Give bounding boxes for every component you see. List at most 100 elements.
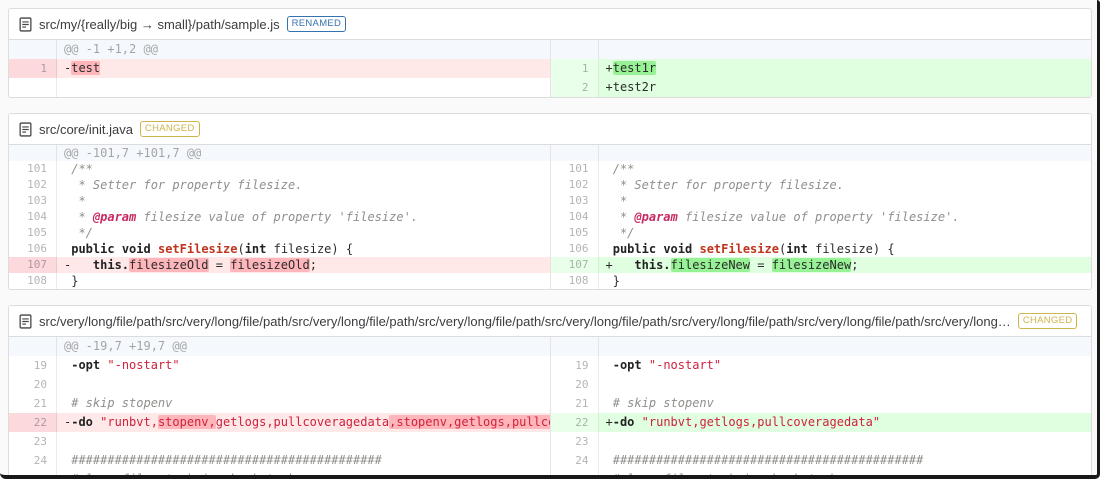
diff-table: @@ -19,7 +19,7 @@ 19 -opt "-nostart" 20 21 … [9, 337, 1091, 479]
line-number: 2 [550, 78, 599, 97]
code-segment: * [605, 210, 635, 224]
code-line: /** [57, 161, 550, 177]
diff-row: 24 #####################################… [551, 451, 1092, 470]
diff-row: 103 * [551, 193, 1092, 209]
code-segment: -do [612, 415, 635, 429]
hunk-header-row: @@ -1 +1,2 @@ [9, 40, 550, 59]
code-line: /** [599, 161, 1092, 177]
code-segment: @param [92, 210, 137, 224]
line-number [9, 78, 57, 97]
line-number: 104 [9, 209, 57, 225]
code-segment: filesize) { [266, 242, 354, 256]
diff-row: 20 [551, 375, 1092, 394]
code-line: # skip stopenv [599, 394, 1092, 413]
code-segment: # logs files to bring back to base [64, 472, 317, 479]
line-number: 105 [551, 225, 599, 241]
code-line: * @param filesize value of property 'fil… [57, 209, 550, 225]
code-segment: * [64, 210, 93, 224]
code-line: # logs files to bring back to base [57, 470, 550, 479]
line-number: 103 [551, 193, 599, 209]
code-segment: filesize value of property 'filesize'. [136, 210, 419, 224]
diff-side-new: 1 +test1r 2 +test2r [549, 40, 1092, 97]
code-segment: int [786, 242, 808, 256]
code-line: * [599, 193, 1092, 209]
code-segment: "-nostart" [107, 358, 180, 372]
diff-row: 104 * @param filesize value of property … [551, 209, 1092, 225]
diff-row: 22 --do "runbvt,stopenv,getlogs,pullcover… [9, 413, 550, 432]
line-number: 101 [551, 161, 599, 177]
file-diff-panel-2: src/core/init.java CHANGED @@ -101,7 +101,… [8, 113, 1092, 290]
code-line: } [57, 273, 550, 289]
line-number: 102 [551, 177, 599, 193]
diff-row: 102 * Setter for property filesize. [551, 177, 1092, 193]
code-segment: -opt [71, 358, 101, 372]
hunk-header-row [550, 145, 1091, 161]
diff-row: 107- this.filesizeOld = filesizeOld; [9, 257, 550, 273]
word-diff-highlight: filesizeNew [771, 258, 852, 272]
code-segment: */ [64, 226, 93, 240]
diff-row: 106 public void setFilesize(int filesize… [9, 241, 550, 257]
line-number: 108 [551, 273, 599, 289]
word-diff-highlight: ,stopenv,getlogs,pullcoveragedata" [389, 415, 550, 429]
diff-side-old: @@ -1 +1,2 @@ 1 -test [9, 40, 550, 97]
code-line: * Setter for property filesize. [57, 177, 550, 193]
code-segment: filesize) { [807, 242, 895, 256]
code-segment: filesize value of property 'filesize'. [677, 210, 960, 224]
code-segment: public [71, 242, 115, 256]
code-segment: + [605, 258, 635, 272]
code-segment: ( [237, 242, 245, 256]
code-line: +test1r [599, 59, 1092, 78]
diff-table: @@ -1 +1,2 @@ 1 -test 1 +test1r 2 +test2r [9, 40, 1091, 97]
code-segment: # logs files to bring back to base [605, 472, 859, 479]
code-segment: ########################################… [605, 453, 924, 467]
code-segment: * [605, 194, 628, 208]
code-segment: setFilesize [699, 242, 779, 256]
code-line: -opt "-nostart" [599, 356, 1092, 375]
word-diff-highlight: filesizeNew [670, 258, 751, 272]
code-segment: * [64, 194, 86, 208]
diff-row: 23 [9, 432, 550, 451]
hunk-header-row: @@ -19,7 +19,7 @@ [9, 337, 550, 356]
line-number: 23 [551, 432, 599, 451]
hunk-header-text [599, 337, 1092, 356]
diff-row: 25 # logs files to bring back to base [9, 470, 550, 479]
code-segment: */ [605, 226, 635, 240]
diff-row: 108 } [551, 273, 1092, 289]
code-segment: this. [92, 258, 130, 272]
diff-row: 105 */ [9, 225, 550, 241]
diff-row: 23 [551, 432, 1092, 451]
line-number: 21 [551, 394, 599, 413]
word-diff-highlight: test [71, 61, 101, 75]
code-segment: getlogs,pullcoveragedata [215, 415, 390, 429]
code-line: # logs files to bring back to base [599, 470, 1092, 479]
code-line: */ [57, 225, 550, 241]
code-line: +-do "runbvt,getlogs,pullcoveragedata" [599, 413, 1092, 432]
line-number [9, 40, 57, 59]
line-number: 105 [9, 225, 57, 241]
diff-side-old: @@ -101,7 +101,7 @@ 101 /** 102 * Setter f… [9, 145, 550, 289]
code-segment: -opt [612, 358, 642, 372]
file-diff-panel-1: src/my/{really/big → small}/path/sample.… [8, 8, 1092, 98]
diff-row: 102 * Setter for property filesize. [9, 177, 550, 193]
code-segment: # skip stopenv [64, 396, 173, 410]
code-segment: * Setter for property filesize. [605, 178, 844, 192]
line-number [551, 337, 599, 356]
code-segment: -do [71, 415, 93, 429]
code-segment: /** [64, 162, 93, 176]
diff-row: 1 +test1r [550, 59, 1092, 78]
code-segment: setFilesize [157, 242, 238, 256]
line-number: 20 [9, 375, 57, 394]
code-line: } [599, 273, 1092, 289]
code-segment: ; [309, 258, 317, 272]
file-header: src/very/long/file/path/src/very/long/fi… [9, 306, 1091, 337]
code-segment: +test2r [605, 80, 657, 94]
line-number: 104 [551, 209, 599, 225]
code-segment: public [612, 242, 657, 256]
line-number [9, 337, 57, 356]
line-number: 1 [9, 59, 57, 78]
